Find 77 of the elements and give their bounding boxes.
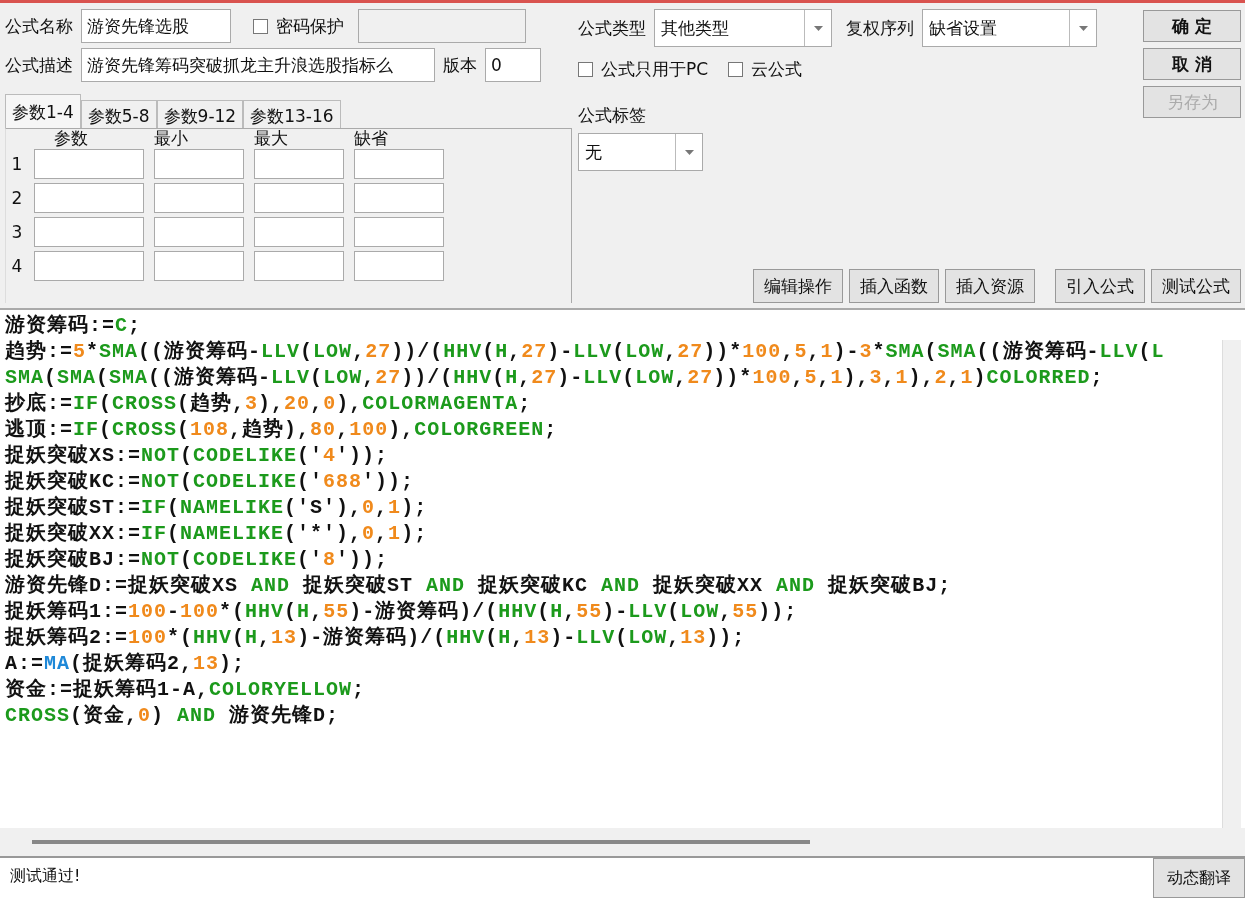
tab[interactable]: 参数1-4 — [5, 94, 81, 128]
param-field[interactable] — [354, 149, 444, 179]
param-field[interactable] — [254, 251, 344, 281]
translate-button[interactable]: 动态翻译 — [1153, 858, 1245, 898]
code-line: SMA(SMA(SMA((游资筹码-LLV(LOW,27))/(HHV(H,27)-LLV(LOW,27))*100,5,1),3,1),2,1)COLORRED; — [5, 365, 1105, 391]
checkbox[interactable] — [253, 18, 268, 34]
toolbar-button[interactable]: 插入资源 — [945, 269, 1035, 303]
name-field[interactable]: 游资先锋选股 — [81, 9, 231, 43]
code-line: 捉妖突破BJ:=NOT(CODELIKE('8')); — [5, 547, 390, 573]
field-label: 版本 — [443, 53, 477, 77]
param-field[interactable] — [354, 251, 444, 281]
field-label: 公式描述 — [5, 53, 73, 77]
checkbox[interactable] — [578, 61, 593, 77]
row-number: 4 — [10, 256, 24, 276]
toolbar-button[interactable]: 测试公式 — [1151, 269, 1241, 303]
adjust-dropdown[interactable]: 缺省设置 — [922, 9, 1097, 47]
code-line: 捉妖筹码1:=100-100*(HHV(H,55)-游资筹码)/(HHV(H,55)-LLV(LOW,55)); — [5, 599, 799, 625]
param-field[interactable] — [154, 251, 244, 281]
code-line: 游资先锋D:=捉妖突破XS AND 捉妖突破ST AND 捉妖突破KC AND 捉妖突破XX AND 捉妖突破BJ; — [5, 573, 953, 599]
version-field[interactable]: 0 — [485, 48, 541, 82]
caret-icon — [813, 25, 823, 31]
code-line: 抄底:=IF(CROSS(趋势,3),20,0),COLORMAGENTA; — [5, 391, 533, 417]
checkbox[interactable] — [728, 61, 744, 77]
code-line: CROSS(资金,0) AND 游资先锋D; — [5, 703, 341, 729]
code-line: 趋势:=5*SMA((游资筹码-LLV(LOW,27))/(HHV(H,27)-LLV(LOW,27))*100,5,1)-3*SMA(SMA((游资筹码-LLV(L — [5, 339, 1166, 365]
toolbar-button[interactable]: 插入函数 — [849, 269, 939, 303]
column-header: 缺省 — [354, 126, 389, 150]
row-number: 3 — [10, 222, 24, 242]
code-line: 游资筹码:=C; — [5, 313, 143, 339]
tab[interactable]: 参数9-12 — [156, 100, 244, 128]
checkbox-label: 密码保护 — [276, 14, 344, 38]
code-line: 捉妖筹码2:=100*(HHV(H,13)-游资筹码)/(HHV(H,13)-LLV(LOW,13)); — [5, 625, 747, 651]
code-line: 捉妖突破XX:=IF(NAMELIKE('*'),0,1); — [5, 521, 429, 547]
toolbar-button[interactable]: 引入公式 — [1055, 269, 1145, 303]
description-field[interactable]: 游资先锋筹码突破抓龙主升浪选股指标么 — [81, 48, 435, 82]
column-header: 最小 — [154, 126, 189, 150]
scrollbar[interactable] — [1222, 340, 1241, 828]
scrollbar[interactable] — [32, 840, 810, 844]
code-line: 逃顶:=IF(CROSS(108,趋势),80,100),COLORGREEN; — [5, 417, 559, 443]
code-line: 捉妖突破ST:=IF(NAMELIKE('S'),0,1); — [5, 495, 429, 521]
field-label: 公式名称 — [5, 14, 73, 38]
code-line: 资金:=捉妖筹码1-A,COLORYELLOW; — [5, 677, 367, 703]
dialog-button[interactable]: 取 消 — [1143, 48, 1241, 80]
param-field[interactable] — [354, 217, 444, 247]
param-field[interactable] — [34, 251, 144, 281]
field-label: 复权序列 — [846, 16, 914, 40]
param-field[interactable] — [34, 149, 144, 179]
code-line: A:=MA(捉妖筹码2,13); — [5, 651, 247, 677]
column-header: 最大 — [254, 126, 289, 150]
code-line: 捉妖突破XS:=NOT(CODELIKE('4')); — [5, 443, 390, 469]
row-number: 2 — [10, 188, 24, 208]
code-line: 捉妖突破KC:=NOT(CODELIKE('688')); — [5, 469, 416, 495]
tab[interactable]: 参数5-8 — [80, 100, 157, 128]
field-label: 公式类型 — [578, 16, 646, 40]
param-field[interactable] — [254, 149, 344, 179]
code-editor[interactable] — [0, 308, 1245, 828]
param-field[interactable] — [34, 217, 144, 247]
toolbar-button[interactable]: 编辑操作 — [753, 269, 843, 303]
column-header: 参数 — [53, 126, 89, 150]
param-field[interactable] — [154, 217, 244, 247]
caret-icon — [1078, 25, 1088, 31]
param-field[interactable] — [154, 149, 244, 179]
param-field[interactable] — [354, 183, 444, 213]
param-field[interactable] — [254, 217, 344, 247]
param-field[interactable] — [34, 183, 144, 213]
param-field[interactable] — [254, 183, 344, 213]
param-field[interactable] — [154, 183, 244, 213]
row-number: 1 — [10, 154, 24, 174]
status-message: 测试通过! — [9, 865, 82, 887]
field-label: 公式标签 — [578, 104, 647, 127]
checkbox-label: 公式只用于PC — [601, 57, 709, 81]
tab[interactable]: 参数13-16 — [243, 100, 341, 128]
type-dropdown[interactable]: 其他类型 — [654, 9, 832, 47]
tag-dropdown[interactable]: 无 — [578, 133, 703, 171]
caret-icon — [684, 149, 694, 155]
checkbox-label: 云公式 — [751, 57, 803, 81]
dialog-button[interactable]: 确 定 — [1143, 10, 1241, 42]
